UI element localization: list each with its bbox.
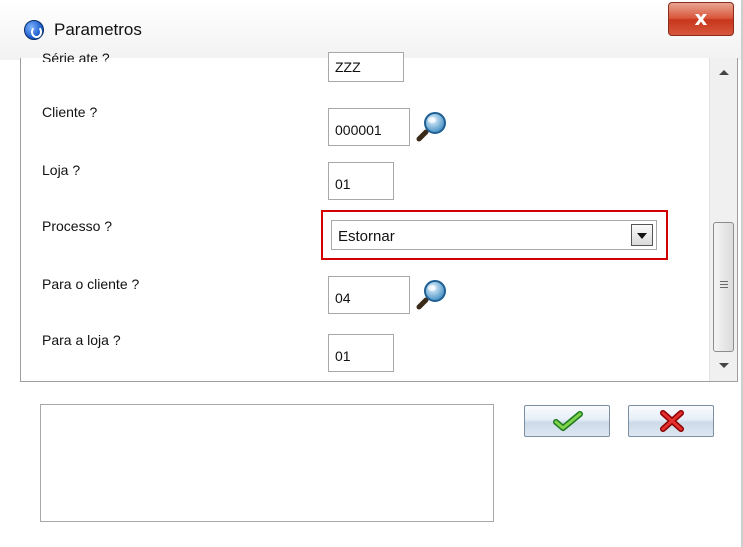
processo-select-value: Estornar bbox=[338, 228, 395, 245]
serie-ate-field[interactable]: ZZZ bbox=[328, 52, 404, 82]
parameters-panel: Série ate ? ZZZ Cliente ? 000001 Loja ? … bbox=[20, 50, 738, 382]
grip-line bbox=[720, 284, 728, 285]
search-icon[interactable] bbox=[416, 110, 448, 142]
title-bar[interactable]: Parametros bbox=[0, 0, 743, 60]
cliente-label: Cliente ? bbox=[42, 104, 98, 120]
scroll-down-arrow-icon[interactable] bbox=[710, 355, 738, 381]
cancel-button[interactable] bbox=[628, 405, 714, 437]
loja-field[interactable]: 01 bbox=[328, 162, 394, 200]
serie-ate-label: Série ate ? bbox=[42, 50, 110, 62]
para-o-cliente-label: Para o cliente ? bbox=[42, 276, 140, 292]
checkmark-icon bbox=[553, 411, 583, 431]
para-a-loja-field[interactable]: 01 bbox=[328, 334, 394, 372]
para-o-cliente-field[interactable]: 04 bbox=[328, 276, 410, 314]
app-icon bbox=[24, 20, 44, 40]
chevron-down-icon[interactable] bbox=[631, 224, 653, 246]
help-text-area[interactable] bbox=[40, 404, 494, 522]
confirm-button[interactable] bbox=[524, 405, 610, 437]
red-x-icon bbox=[660, 410, 684, 432]
loja-label: Loja ? bbox=[42, 162, 81, 178]
close-button[interactable] bbox=[668, 2, 734, 36]
processo-select[interactable]: Estornar bbox=[331, 220, 657, 250]
search-icon[interactable] bbox=[416, 278, 448, 310]
processo-label: Processo ? bbox=[42, 218, 113, 234]
grip-line bbox=[720, 281, 728, 282]
scroll-thumb[interactable] bbox=[713, 222, 734, 352]
para-a-loja-label: Para a loja ? bbox=[42, 332, 121, 348]
grip-line bbox=[720, 287, 728, 288]
window-title: Parametros bbox=[54, 20, 142, 39]
scroll-up-arrow-icon[interactable] bbox=[710, 58, 738, 84]
vertical-scrollbar[interactable] bbox=[709, 58, 737, 381]
processo-select-highlight: Estornar bbox=[321, 210, 668, 260]
cliente-field[interactable]: 000001 bbox=[328, 108, 410, 146]
parametros-dialog: Parametros Série ate ? ZZZ Cliente ? 000… bbox=[0, 0, 743, 547]
